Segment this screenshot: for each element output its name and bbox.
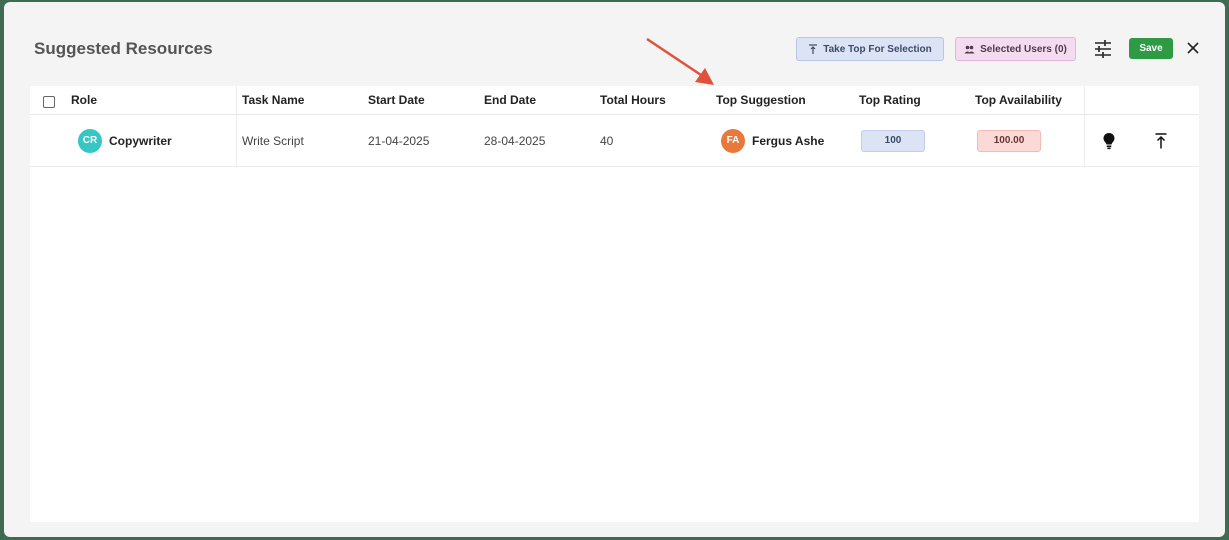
save-button[interactable]: Save — [1129, 38, 1173, 59]
top-availability-cell: 100.00 — [977, 115, 1041, 166]
close-icon — [1187, 42, 1199, 54]
take-top-for-selection-button[interactable]: Take Top For Selection — [796, 37, 944, 61]
column-header-start-date: Start Date — [368, 93, 425, 107]
filter-settings-button[interactable] — [1092, 39, 1114, 59]
suggestion-name: Fergus Ashe — [752, 133, 825, 148]
column-header-task-name: Task Name — [242, 93, 305, 107]
close-button[interactable] — [1185, 40, 1201, 56]
task-name-cell: Write Script — [242, 133, 304, 148]
top-rating-cell: 100 — [861, 115, 925, 166]
role-name: Copywriter — [109, 133, 172, 148]
table-row: CR Copywriter Write Script 21-04-2025 28… — [30, 115, 1199, 167]
top-suggestion-cell[interactable]: FA Fergus Ashe — [721, 115, 824, 166]
column-header-top-availability: Top Availability — [975, 93, 1062, 107]
align-top-icon — [809, 43, 818, 54]
column-header-role: Role — [71, 93, 98, 107]
start-date-cell: 21-04-2025 — [368, 133, 430, 148]
rating-badge: 100 — [861, 129, 925, 152]
move-to-top-icon — [1155, 132, 1167, 148]
total-hours-cell: 40 — [600, 133, 614, 148]
lightbulb-icon — [1103, 132, 1115, 149]
take-top-label: Take Top For Selection — [823, 43, 932, 55]
role-avatar: CR — [78, 128, 102, 153]
suggest-action-button[interactable] — [1102, 115, 1116, 166]
users-icon — [964, 45, 975, 53]
move-to-top-button[interactable] — [1154, 115, 1168, 166]
table-header: Role Task Name Start Date End Date Total… — [30, 86, 1199, 115]
modal-title: Suggested Resources — [34, 39, 213, 58]
suggestion-avatar: FA — [721, 128, 745, 153]
availability-badge: 100.00 — [977, 129, 1041, 152]
column-header-end-date: End Date — [484, 93, 537, 107]
suggested-resources-modal: Suggested Resources Take Top For Selecti… — [4, 2, 1225, 537]
annotation-arrow — [646, 37, 714, 85]
sliders-icon — [1095, 40, 1111, 58]
end-date-cell: 28-04-2025 — [484, 133, 546, 148]
resources-table: Role Task Name Start Date End Date Total… — [30, 86, 1199, 522]
role-cell: CR Copywriter — [78, 115, 172, 166]
selected-users-label: Selected Users (0) — [980, 43, 1067, 55]
selected-users-button[interactable]: Selected Users (0) — [955, 37, 1076, 61]
column-header-top-rating: Top Rating — [859, 93, 921, 107]
select-all-checkbox[interactable] — [43, 96, 55, 108]
